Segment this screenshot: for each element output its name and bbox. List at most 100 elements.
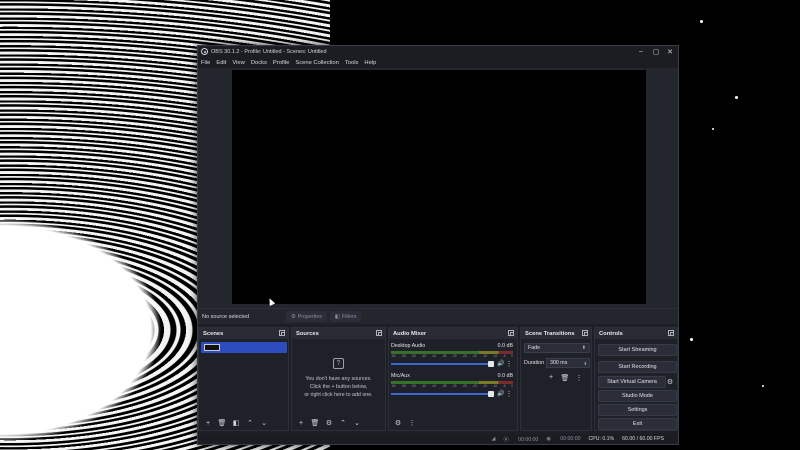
remove-source-icon[interactable]: 🗑 xyxy=(309,418,321,429)
transition-menu-icon[interactable]: ⋮ xyxy=(573,372,585,383)
more-options-icon[interactable]: ⋮ xyxy=(505,390,513,398)
scale-tick: -25 xyxy=(462,384,467,388)
source-properties-icon[interactable]: ⚙ xyxy=(323,418,335,429)
filters-button[interactable]: ◧ Filters xyxy=(329,311,362,322)
start-recording-button[interactable]: Start Recording xyxy=(598,361,677,373)
menu-help[interactable]: Help xyxy=(364,60,376,66)
empty-line-1: You don't have any sources. xyxy=(305,376,372,382)
filters-label: Filters xyxy=(341,313,357,320)
undock-icon[interactable] xyxy=(668,330,674,336)
scale-tick: -40 xyxy=(431,384,437,388)
undock-icon[interactable] xyxy=(582,330,588,336)
transition-select[interactable]: Fade ⬍ xyxy=(524,343,590,353)
speaker-icon[interactable]: 🔊 xyxy=(497,360,505,367)
speaker-icon[interactable]: 🔊 xyxy=(497,390,505,397)
undock-icon[interactable] xyxy=(279,330,285,336)
move-up-icon[interactable]: ⌃ xyxy=(337,418,349,429)
scale-tick: -20 xyxy=(472,354,477,358)
scale-tick: -35 xyxy=(441,354,447,358)
properties-button[interactable]: ⚙ Properties xyxy=(286,311,327,322)
filters-icon: ◧ xyxy=(334,313,340,320)
scene-name-field[interactable] xyxy=(204,344,220,351)
scale-tick: -55 xyxy=(401,384,406,388)
menu-docks[interactable]: Docks xyxy=(251,60,267,66)
advanced-audio-icon[interactable]: ⚙ xyxy=(392,418,404,429)
duration-spinbox[interactable]: 300 ms ⬍ xyxy=(546,358,590,368)
remove-transition-icon[interactable]: 🗑 xyxy=(559,372,571,383)
menu-file[interactable]: File xyxy=(201,60,210,66)
wallpaper-speck xyxy=(712,128,714,130)
channel-db: 0.0 dB xyxy=(497,373,513,379)
scale-tick: -15 xyxy=(482,384,488,388)
audio-mixer-dock: Audio Mixer Desktop Audio 0.0 dB -60 -55… xyxy=(388,327,518,431)
fps-readout: 60.00 / 60.00 FPS xyxy=(622,436,664,442)
gear-icon[interactable]: ⚙ xyxy=(666,376,674,388)
scene-transitions-dock-title: Scene Transitions xyxy=(521,328,591,339)
window-title: OBS 30.1.2 - Profile: Untitled - Scenes:… xyxy=(211,48,327,55)
scale-tick: 0 xyxy=(511,354,513,358)
exit-button[interactable]: Exit xyxy=(598,418,677,430)
scale-tick: -40 xyxy=(431,354,437,358)
wallpaper-speck xyxy=(735,96,738,99)
menu-view[interactable]: View xyxy=(232,60,244,66)
scene-list-item[interactable] xyxy=(201,342,287,353)
title-bar[interactable]: OBS 30.1.2 - Profile: Untitled - Scenes:… xyxy=(198,46,678,57)
minimize-button[interactable]: – xyxy=(634,46,648,57)
selected-source-label: No source selected xyxy=(202,313,250,320)
scenes-dock-title: Scenes xyxy=(199,328,288,339)
scale-tick: -35 xyxy=(441,384,447,388)
scene-transitions-title: Scene Transitions xyxy=(525,330,575,337)
slider-handle[interactable] xyxy=(488,360,494,367)
audio-mixer-dock-title: Audio Mixer xyxy=(389,328,517,339)
menu-profile[interactable]: Profile xyxy=(273,60,289,66)
status-bar: ◢ ⦿ 00:00:00 ◉ 00:00:00 CPU: 0.1% 60.00 … xyxy=(198,434,678,444)
remove-scene-icon[interactable]: 🗑 xyxy=(216,418,228,429)
menu-edit[interactable]: Edit xyxy=(216,60,226,66)
question-icon: ? xyxy=(333,358,344,369)
move-up-icon[interactable]: ⌃ xyxy=(244,418,256,429)
wallpaper-speck xyxy=(762,385,764,387)
settings-button[interactable]: Settings xyxy=(598,404,677,416)
maximize-button[interactable]: ▢ xyxy=(649,46,663,57)
scale-tick: -10 xyxy=(492,354,498,358)
scale-tick: -10 xyxy=(492,384,498,388)
close-button[interactable]: ✕ xyxy=(663,46,677,57)
scale-tick: -30 xyxy=(451,384,457,388)
channel-name: Mic/Aux xyxy=(391,373,410,379)
scale-tick: -60 xyxy=(391,384,396,388)
move-down-icon[interactable]: ⌄ xyxy=(351,418,363,429)
menu-scene-collection[interactable]: Scene Collection xyxy=(295,60,339,66)
desktop-audio-channel: Desktop Audio 0.0 dB -60 -55 -50 -45 -40… xyxy=(391,343,513,368)
stream-timer: ⦿ 00:00:00 xyxy=(503,436,539,443)
preview-area xyxy=(198,68,678,308)
undock-icon[interactable] xyxy=(376,330,382,336)
channel-db: 0.0 dB xyxy=(497,343,513,349)
menu-tools[interactable]: Tools xyxy=(345,60,359,66)
scene-transitions-dock: Scene Transitions Fade ⬍ Duration 300 ms… xyxy=(520,327,592,431)
scale-tick: -50 xyxy=(411,354,416,358)
controls-dock: Controls Start Streaming Start Recording… xyxy=(594,327,678,431)
mixer-menu-icon[interactable]: ⋮ xyxy=(406,418,418,429)
preview-canvas[interactable] xyxy=(232,70,646,304)
scale-tick: -45 xyxy=(421,384,427,388)
more-options-icon[interactable]: ⋮ xyxy=(505,360,513,368)
volume-slider[interactable] xyxy=(391,390,494,397)
undock-icon[interactable] xyxy=(508,330,514,336)
scene-filters-icon[interactable]: ◧ xyxy=(230,418,242,429)
studio-mode-button[interactable]: Studio Mode xyxy=(598,390,677,402)
volume-slider[interactable] xyxy=(391,360,494,367)
start-virtual-camera-button[interactable]: Start Virtual Camera xyxy=(598,376,666,388)
stream-time: 00:00:00 xyxy=(518,436,539,443)
sources-empty-state[interactable]: ? You don't have any sources. Click the … xyxy=(292,358,385,399)
spin-arrows-icon[interactable]: ⬍ xyxy=(584,361,587,366)
scale-tick: -55 xyxy=(401,354,406,358)
scale-tick: -30 xyxy=(451,354,457,358)
add-transition-icon[interactable]: + xyxy=(545,372,557,383)
move-down-icon[interactable]: ⌄ xyxy=(258,418,270,429)
scenes-dock: Scenes + 🗑 ◧ ⌃ ⌄ xyxy=(198,327,289,431)
slider-handle[interactable] xyxy=(488,390,494,397)
start-streaming-button[interactable]: Start Streaming xyxy=(598,344,677,356)
add-source-icon[interactable]: + xyxy=(295,418,307,429)
add-scene-icon[interactable]: + xyxy=(202,418,214,429)
menu-bar: File Edit View Docks Profile Scene Colle… xyxy=(198,57,678,68)
